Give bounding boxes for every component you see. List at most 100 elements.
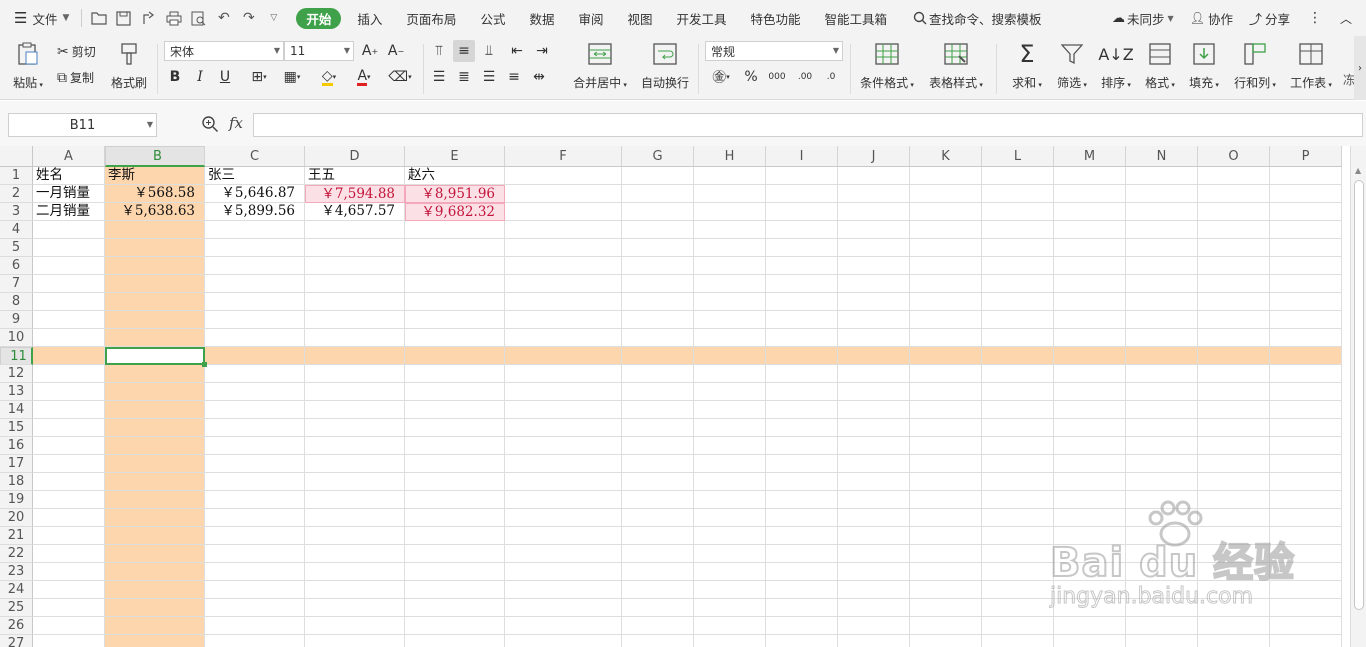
- empty-cell-O19[interactable]: [1198, 491, 1270, 509]
- empty-cell-B8[interactable]: [105, 293, 205, 311]
- empty-cell-E17[interactable]: [405, 455, 505, 473]
- column-header-L[interactable]: L: [982, 146, 1054, 167]
- empty-cell-F27[interactable]: [505, 635, 622, 647]
- empty-cell-C12[interactable]: [205, 365, 305, 383]
- empty-cell-N27[interactable]: [1126, 635, 1198, 647]
- empty-cell-B11[interactable]: [105, 347, 205, 365]
- empty-cell-K11[interactable]: [910, 347, 982, 365]
- column-header-J[interactable]: J: [838, 146, 910, 167]
- empty-cell-C16[interactable]: [205, 437, 305, 455]
- empty-cell-N16[interactable]: [1126, 437, 1198, 455]
- empty-cell-A7[interactable]: [33, 275, 105, 293]
- empty-cell-J22[interactable]: [838, 545, 910, 563]
- empty-cell-E19[interactable]: [405, 491, 505, 509]
- empty-cell-B24[interactable]: [105, 581, 205, 599]
- empty-cell-H12[interactable]: [694, 365, 766, 383]
- empty-cell-M4[interactable]: [1054, 221, 1126, 239]
- column-header-B[interactable]: B: [105, 146, 205, 167]
- decrease-font-icon[interactable]: A −: [385, 40, 407, 62]
- empty-cell-P22[interactable]: [1270, 545, 1342, 563]
- increase-decimal-icon[interactable]: .00: [794, 66, 816, 88]
- file-menu[interactable]: ☰ 文件 ▼: [6, 6, 77, 30]
- currency-format-icon[interactable]: ㊎ ▾: [706, 66, 736, 88]
- empty-cell-P8[interactable]: [1270, 293, 1342, 311]
- empty-cell-O8[interactable]: [1198, 293, 1270, 311]
- empty-cell-P3[interactable]: [1270, 203, 1342, 221]
- cell-style-icon[interactable]: ▦ ▾: [277, 66, 307, 88]
- empty-cell-N26[interactable]: [1126, 617, 1198, 635]
- empty-cell-B12[interactable]: [105, 365, 205, 383]
- empty-cell-L5[interactable]: [982, 239, 1054, 257]
- empty-cell-E9[interactable]: [405, 311, 505, 329]
- empty-cell-O12[interactable]: [1198, 365, 1270, 383]
- font-name-select[interactable]: 宋体 ▼: [164, 41, 284, 61]
- empty-cell-I3[interactable]: [766, 203, 838, 221]
- empty-cell-I13[interactable]: [766, 383, 838, 401]
- empty-cell-O21[interactable]: [1198, 527, 1270, 545]
- empty-cell-P7[interactable]: [1270, 275, 1342, 293]
- empty-cell-P14[interactable]: [1270, 401, 1342, 419]
- open-folder-icon[interactable]: [88, 8, 109, 28]
- empty-cell-E14[interactable]: [405, 401, 505, 419]
- empty-cell-F10[interactable]: [505, 329, 622, 347]
- row-header-22[interactable]: 22: [0, 545, 33, 563]
- empty-cell-C6[interactable]: [205, 257, 305, 275]
- empty-cell-P12[interactable]: [1270, 365, 1342, 383]
- empty-cell-G7[interactable]: [622, 275, 694, 293]
- empty-cell-C20[interactable]: [205, 509, 305, 527]
- empty-cell-F13[interactable]: [505, 383, 622, 401]
- empty-cell-G8[interactable]: [622, 293, 694, 311]
- fill-button[interactable]: 填充 ▾: [1185, 40, 1223, 91]
- empty-cell-N5[interactable]: [1126, 239, 1198, 257]
- empty-cell-H21[interactable]: [694, 527, 766, 545]
- row-header-3[interactable]: 3: [0, 203, 33, 221]
- row-header-11[interactable]: 11: [0, 347, 33, 365]
- empty-cell-D9[interactable]: [305, 311, 405, 329]
- cell-A1[interactable]: 姓名: [33, 167, 105, 185]
- row-header-24[interactable]: 24: [0, 581, 33, 599]
- empty-cell-L19[interactable]: [982, 491, 1054, 509]
- empty-cell-D16[interactable]: [305, 437, 405, 455]
- empty-cell-C21[interactable]: [205, 527, 305, 545]
- empty-cell-O17[interactable]: [1198, 455, 1270, 473]
- empty-cell-G9[interactable]: [622, 311, 694, 329]
- empty-cell-C14[interactable]: [205, 401, 305, 419]
- ribbon-scroll-right-icon[interactable]: ›: [1354, 36, 1366, 100]
- empty-cell-A15[interactable]: [33, 419, 105, 437]
- empty-cell-P9[interactable]: [1270, 311, 1342, 329]
- empty-cell-E18[interactable]: [405, 473, 505, 491]
- empty-cell-G27[interactable]: [622, 635, 694, 647]
- empty-cell-I22[interactable]: [766, 545, 838, 563]
- empty-cell-J12[interactable]: [838, 365, 910, 383]
- row-header-25[interactable]: 25: [0, 599, 33, 617]
- empty-cell-H6[interactable]: [694, 257, 766, 275]
- empty-cell-H3[interactable]: [694, 203, 766, 221]
- empty-cell-G24[interactable]: [622, 581, 694, 599]
- justify-icon[interactable]: ≡: [503, 66, 525, 88]
- empty-cell-N15[interactable]: [1126, 419, 1198, 437]
- formula-input[interactable]: [253, 113, 1363, 137]
- empty-cell-J24[interactable]: [838, 581, 910, 599]
- column-header-K[interactable]: K: [910, 146, 982, 167]
- format-painter-button[interactable]: 格式刷: [109, 40, 149, 91]
- empty-cell-I9[interactable]: [766, 311, 838, 329]
- print-icon[interactable]: [163, 8, 184, 28]
- empty-cell-O1[interactable]: [1198, 167, 1270, 185]
- empty-cell-I14[interactable]: [766, 401, 838, 419]
- empty-cell-E20[interactable]: [405, 509, 505, 527]
- empty-cell-G10[interactable]: [622, 329, 694, 347]
- empty-cell-I2[interactable]: [766, 185, 838, 203]
- row-header-14[interactable]: 14: [0, 401, 33, 419]
- empty-cell-O5[interactable]: [1198, 239, 1270, 257]
- row-header-23[interactable]: 23: [0, 563, 33, 581]
- sync-status[interactable]: ☁ 未同步 ▼: [1104, 6, 1182, 30]
- cell-A3[interactable]: 二月销量: [33, 203, 105, 221]
- empty-cell-M21[interactable]: [1054, 527, 1126, 545]
- empty-cell-J15[interactable]: [838, 419, 910, 437]
- empty-cell-F12[interactable]: [505, 365, 622, 383]
- vertical-scrollbar[interactable]: ▲: [1350, 146, 1366, 647]
- table-style-button[interactable]: 表格样式 ▾: [925, 40, 987, 91]
- paste-button[interactable]: 粘贴 ▾: [10, 40, 46, 91]
- empty-cell-M23[interactable]: [1054, 563, 1126, 581]
- empty-cell-K12[interactable]: [910, 365, 982, 383]
